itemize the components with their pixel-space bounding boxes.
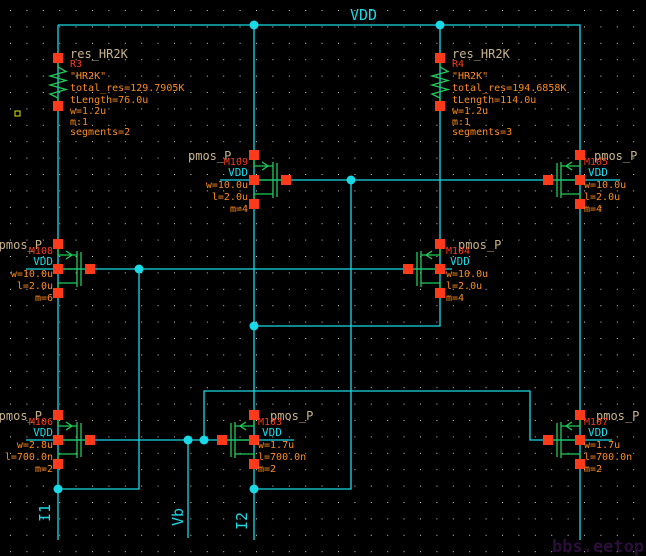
- prop-l: l=2.0u: [584, 192, 620, 203]
- prop-l: l=700.0n: [5, 452, 53, 463]
- instance-name: R3: [70, 59, 82, 70]
- prop-m: m=4: [584, 204, 602, 215]
- bulk-net: VDD: [33, 255, 53, 268]
- prop-total-res: total_res=129.7905K: [70, 83, 184, 94]
- prop-segments: segments=3: [452, 127, 512, 138]
- junction-dot: [53, 484, 63, 494]
- bulk-net: VDD: [262, 426, 282, 439]
- junction-dot: [249, 321, 259, 331]
- gate-pin[interactable]: [281, 175, 291, 185]
- net-label-vdd: VDD: [350, 6, 377, 24]
- pin-label-vb: Vb: [169, 508, 187, 526]
- prop-l: l=2.0u: [446, 281, 482, 292]
- bulk-net: VDD: [588, 166, 608, 179]
- prop-w: w=1.7u: [258, 440, 294, 451]
- watermark: bbs.eetop.cn: [552, 537, 646, 556]
- bulk-pin[interactable]: [53, 435, 63, 445]
- prop-w: w=1.7u: [584, 440, 620, 451]
- prop-l: l=2.0u: [212, 192, 248, 203]
- drain-pin[interactable]: [435, 288, 445, 298]
- bulk-net: VDD: [228, 166, 248, 179]
- prop-m: m=2: [35, 464, 53, 475]
- gate-pin[interactable]: [85, 435, 95, 445]
- prop-model: "HR2K": [452, 71, 488, 82]
- pin-label-i1: I1: [36, 504, 54, 522]
- prop-w: w=2.8u: [17, 440, 53, 451]
- schematic-canvas[interactable]: VDD I1 Vb I2 res_HR2K R3 "HR2K" total_re…: [0, 0, 646, 556]
- gate-pin[interactable]: [85, 264, 95, 274]
- prop-tlength: tLength=76.0u: [70, 95, 148, 106]
- bulk-pin[interactable]: [249, 175, 259, 185]
- junction-dot: [435, 20, 445, 30]
- bulk-net: VDD: [588, 426, 608, 439]
- bulk-net: VDD: [33, 426, 53, 439]
- prop-m: m=6: [35, 293, 53, 304]
- prop-w: w=1.2u: [452, 106, 488, 117]
- junction-dot: [249, 20, 259, 30]
- prop-w: w=1.2u: [70, 106, 106, 117]
- prop-l: l=700.0n: [258, 452, 306, 463]
- gate-pin[interactable]: [403, 264, 413, 274]
- source-pin[interactable]: [53, 410, 63, 420]
- prop-m: m=4: [446, 293, 464, 304]
- resistor-pin[interactable]: [435, 101, 445, 111]
- prop-total-res: total_res=194.6858K: [452, 83, 566, 94]
- prop-m: m=2: [258, 464, 276, 475]
- source-pin[interactable]: [435, 239, 445, 249]
- bulk-pin[interactable]: [435, 264, 445, 274]
- prop-tlength: tLength=114.0u: [452, 95, 536, 106]
- resistor-pin[interactable]: [53, 53, 63, 63]
- resistor-pin[interactable]: [435, 53, 445, 63]
- prop-l: l=700.0n: [584, 452, 632, 463]
- junction-dot: [134, 264, 144, 274]
- gate-pin[interactable]: [543, 175, 553, 185]
- prop-segments: segments=2: [70, 127, 130, 138]
- pin-label-i2: I2: [233, 512, 251, 530]
- prop-m: m=4: [230, 204, 248, 215]
- junction-dot: [346, 175, 356, 185]
- source-pin[interactable]: [53, 239, 63, 249]
- drain-pin[interactable]: [53, 288, 63, 298]
- gate-pin[interactable]: [217, 435, 227, 445]
- bulk-pin[interactable]: [53, 264, 63, 274]
- instance-name: R4: [452, 59, 464, 70]
- prop-w: w=10.0u: [446, 269, 488, 280]
- prop-w: w=10.0u: [11, 269, 53, 280]
- junction-dot: [199, 435, 209, 445]
- junction-dot: [249, 484, 259, 494]
- resistor-pin[interactable]: [53, 101, 63, 111]
- gate-pin[interactable]: [543, 435, 553, 445]
- drain-pin[interactable]: [53, 459, 63, 469]
- prop-l: l=2.0u: [17, 281, 53, 292]
- prop-model: "HR2K": [70, 71, 106, 82]
- prop-m: m=2: [584, 464, 602, 475]
- prop-w: w=10.0u: [206, 180, 248, 191]
- bulk-net: VDD: [450, 255, 470, 268]
- drain-pin[interactable]: [249, 199, 259, 209]
- prop-w: w=10.0u: [584, 180, 626, 191]
- junction-dot: [183, 435, 193, 445]
- source-pin[interactable]: [249, 150, 259, 160]
